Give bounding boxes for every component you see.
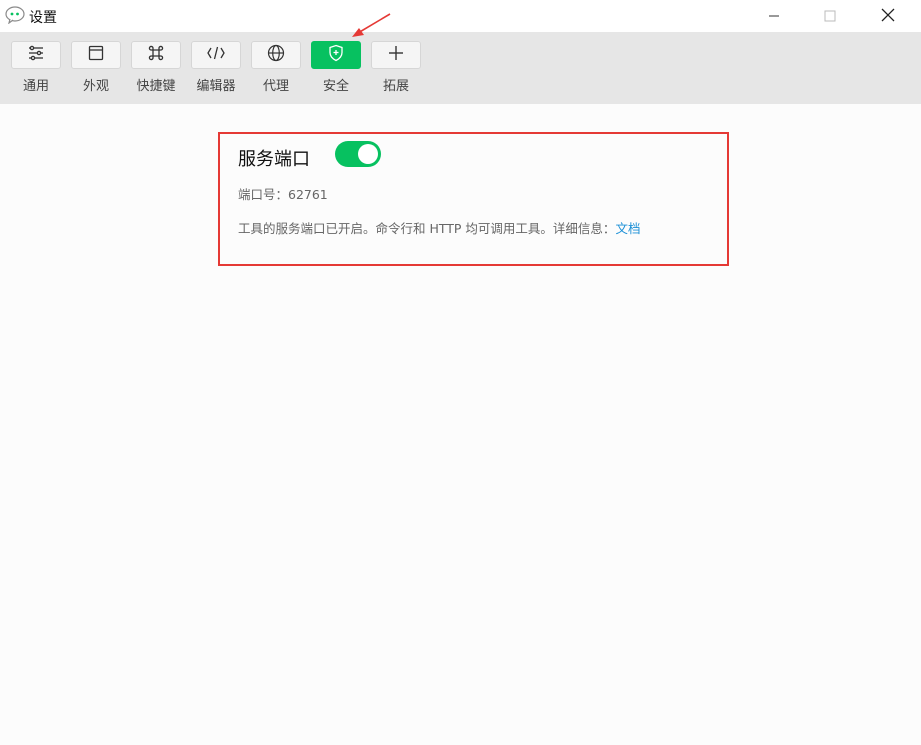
tab-editor[interactable]: 编辑器 bbox=[190, 41, 242, 94]
annotation-arrow-icon bbox=[352, 13, 391, 37]
minimize-button[interactable] bbox=[752, 0, 796, 32]
service-port-title: 服务端口 bbox=[238, 149, 310, 170]
tab-extensions-button[interactable] bbox=[371, 41, 421, 69]
tab-security[interactable]: 安全 bbox=[310, 41, 362, 94]
tab-general-label: 通用 bbox=[22, 79, 49, 94]
settings-window: 设置 通用 外观 快捷键 编辑器 代理 安全 拓展 服务端口 端口号：62761… bbox=[0, 0, 921, 745]
tab-security-button[interactable] bbox=[311, 41, 361, 69]
window-icon bbox=[88, 45, 104, 65]
tab-appearance-button[interactable] bbox=[71, 41, 121, 69]
tab-extensions[interactable]: 拓展 bbox=[370, 41, 422, 94]
tab-editor-label: 编辑器 bbox=[196, 79, 236, 94]
settings-content: 服务端口 端口号：62761 工具的服务端口已开启。命令行和 HTTP 均可调用… bbox=[0, 104, 921, 745]
service-port-section: 服务端口 端口号：62761 工具的服务端口已开启。命令行和 HTTP 均可调用… bbox=[218, 132, 729, 266]
tab-proxy-button[interactable] bbox=[251, 41, 301, 69]
tab-extensions-label: 拓展 bbox=[382, 79, 409, 94]
maximize-icon bbox=[824, 7, 836, 26]
docs-link[interactable]: 文档 bbox=[615, 221, 640, 236]
shield-icon bbox=[328, 44, 344, 66]
command-icon bbox=[148, 45, 164, 65]
service-port-toggle[interactable] bbox=[335, 141, 381, 167]
app-logo-icon bbox=[5, 6, 25, 25]
code-icon bbox=[206, 45, 226, 65]
close-button[interactable] bbox=[866, 0, 910, 32]
tab-appearance[interactable]: 外观 bbox=[70, 41, 122, 94]
tab-editor-button[interactable] bbox=[191, 41, 241, 69]
tab-shortcuts-label: 快捷键 bbox=[136, 79, 176, 94]
tab-proxy-label: 代理 bbox=[262, 79, 289, 94]
tab-general-button[interactable] bbox=[11, 41, 61, 69]
settings-toolbar: 通用 外观 快捷键 编辑器 代理 安全 拓展 bbox=[0, 32, 921, 104]
toggle-knob bbox=[358, 144, 378, 164]
tab-general[interactable]: 通用 bbox=[10, 41, 62, 94]
description-text: 工具的服务端口已开启。命令行和 HTTP 均可调用工具。详细信息： bbox=[238, 221, 616, 236]
minimize-icon bbox=[768, 7, 780, 26]
tab-shortcuts[interactable]: 快捷键 bbox=[130, 41, 182, 94]
tab-shortcuts-button[interactable] bbox=[131, 41, 181, 69]
plus-icon bbox=[388, 45, 404, 65]
port-number-label: 端口号：62761 bbox=[238, 187, 328, 202]
tab-appearance-label: 外观 bbox=[82, 79, 109, 94]
close-icon bbox=[881, 7, 895, 26]
globe-icon bbox=[267, 44, 285, 66]
maximize-button[interactable] bbox=[808, 0, 852, 32]
tab-security-label: 安全 bbox=[322, 79, 349, 94]
window-title: 设置 bbox=[29, 10, 57, 26]
service-port-description: 工具的服务端口已开启。命令行和 HTTP 均可调用工具。详细信息：文档 bbox=[238, 218, 640, 237]
title-bar: 设置 bbox=[0, 0, 921, 32]
tab-proxy[interactable]: 代理 bbox=[250, 41, 302, 94]
sliders-icon bbox=[27, 45, 45, 65]
